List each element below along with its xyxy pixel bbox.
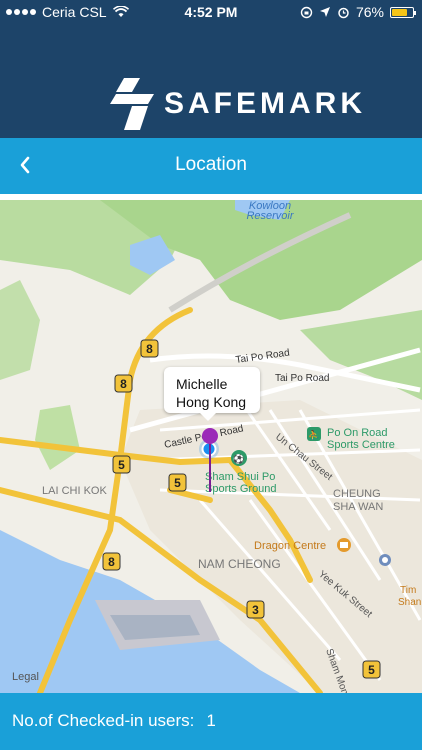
label-tai-po-road: Tai Po Road bbox=[275, 373, 329, 384]
route-shield-label: 5 bbox=[174, 476, 181, 490]
label-nam-cheong: NAM CHEONG bbox=[198, 557, 281, 571]
route-shield-label: 8 bbox=[120, 377, 127, 391]
brand-name: SAFEMARK bbox=[164, 87, 366, 120]
status-bar: Ceria CSL 4:52 PM 76% bbox=[0, 0, 422, 26]
route-shield-label: 3 bbox=[252, 603, 259, 617]
shopping-bag-icon[interactable] bbox=[337, 538, 351, 552]
sports-centre-icon[interactable]: ⛹ bbox=[307, 427, 321, 441]
route-shield-label: 8 bbox=[146, 342, 153, 356]
battery-percent: 76% bbox=[355, 4, 384, 20]
route-shield: 3 bbox=[246, 600, 265, 619]
orientation-lock-icon bbox=[300, 6, 313, 18]
location-arrow-icon bbox=[319, 7, 330, 17]
label-sha-wan: SHA WAN bbox=[333, 501, 383, 513]
pin-callout[interactable]: Michelle Hong Kong bbox=[164, 367, 260, 421]
label-reservoir: Reservoir bbox=[246, 210, 294, 222]
status-right: 76% bbox=[300, 4, 416, 20]
route-shield-label: 8 bbox=[108, 555, 115, 569]
label-lai-chi-kok: LAI CHI KOK bbox=[42, 485, 107, 497]
label-cheung: CHEUNG bbox=[333, 488, 381, 500]
checked-in-label: No.of Checked-in users: bbox=[12, 711, 195, 730]
svg-text:⛹: ⛹ bbox=[308, 429, 319, 440]
alarm-icon bbox=[338, 7, 349, 18]
label-tim: Tim bbox=[400, 585, 416, 596]
safemark-logo-icon bbox=[110, 78, 154, 130]
route-shield-label: 5 bbox=[118, 458, 125, 472]
svg-text:⚽: ⚽ bbox=[232, 453, 244, 464]
sports-ground-icon[interactable]: ⚽ bbox=[231, 450, 247, 466]
label-sports-ground: Sports Ground bbox=[205, 483, 277, 495]
callout-place: Hong Kong bbox=[176, 394, 247, 410]
page-title: Location bbox=[175, 154, 247, 175]
route-shield: 5 bbox=[112, 455, 131, 474]
route-shield: 5 bbox=[168, 473, 187, 492]
route-shield-label: 5 bbox=[368, 663, 375, 677]
label-sham-shui-po: Sham Shui Po bbox=[205, 471, 275, 483]
route-shield: 8 bbox=[114, 374, 133, 393]
brand-logo: SAFEMARK bbox=[110, 78, 366, 130]
checked-in-footer: No.of Checked-in users: 1 bbox=[0, 693, 422, 750]
brand-header: SAFEMARK bbox=[0, 26, 422, 138]
label-po-on-road: Po On Road bbox=[327, 427, 388, 439]
route-shield: 5 bbox=[362, 660, 381, 679]
label-dragon-centre: Dragon Centre bbox=[254, 540, 326, 552]
battery-icon bbox=[390, 6, 416, 18]
nav-bar: Location bbox=[0, 138, 422, 194]
label-sports-centre: Sports Centre bbox=[327, 439, 395, 451]
route-shield: 8 bbox=[140, 339, 159, 358]
battery-fill bbox=[392, 8, 408, 16]
route-shield: 8 bbox=[102, 552, 121, 571]
callout-name: Michelle bbox=[176, 376, 228, 392]
checked-in-count: 1 bbox=[206, 711, 216, 730]
transit-icon[interactable] bbox=[379, 554, 391, 566]
legal-link[interactable]: Legal bbox=[12, 671, 39, 683]
map-canvas[interactable]: ⛹ ⚽ 8 8 5 5 8 3 5 Kowloon Reservoir Tai … bbox=[0, 200, 422, 693]
label-shan: Shan bbox=[398, 597, 421, 608]
map-view[interactable]: ⛹ ⚽ 8 8 5 5 8 3 5 Kowloon Reservoir Tai … bbox=[0, 200, 422, 693]
